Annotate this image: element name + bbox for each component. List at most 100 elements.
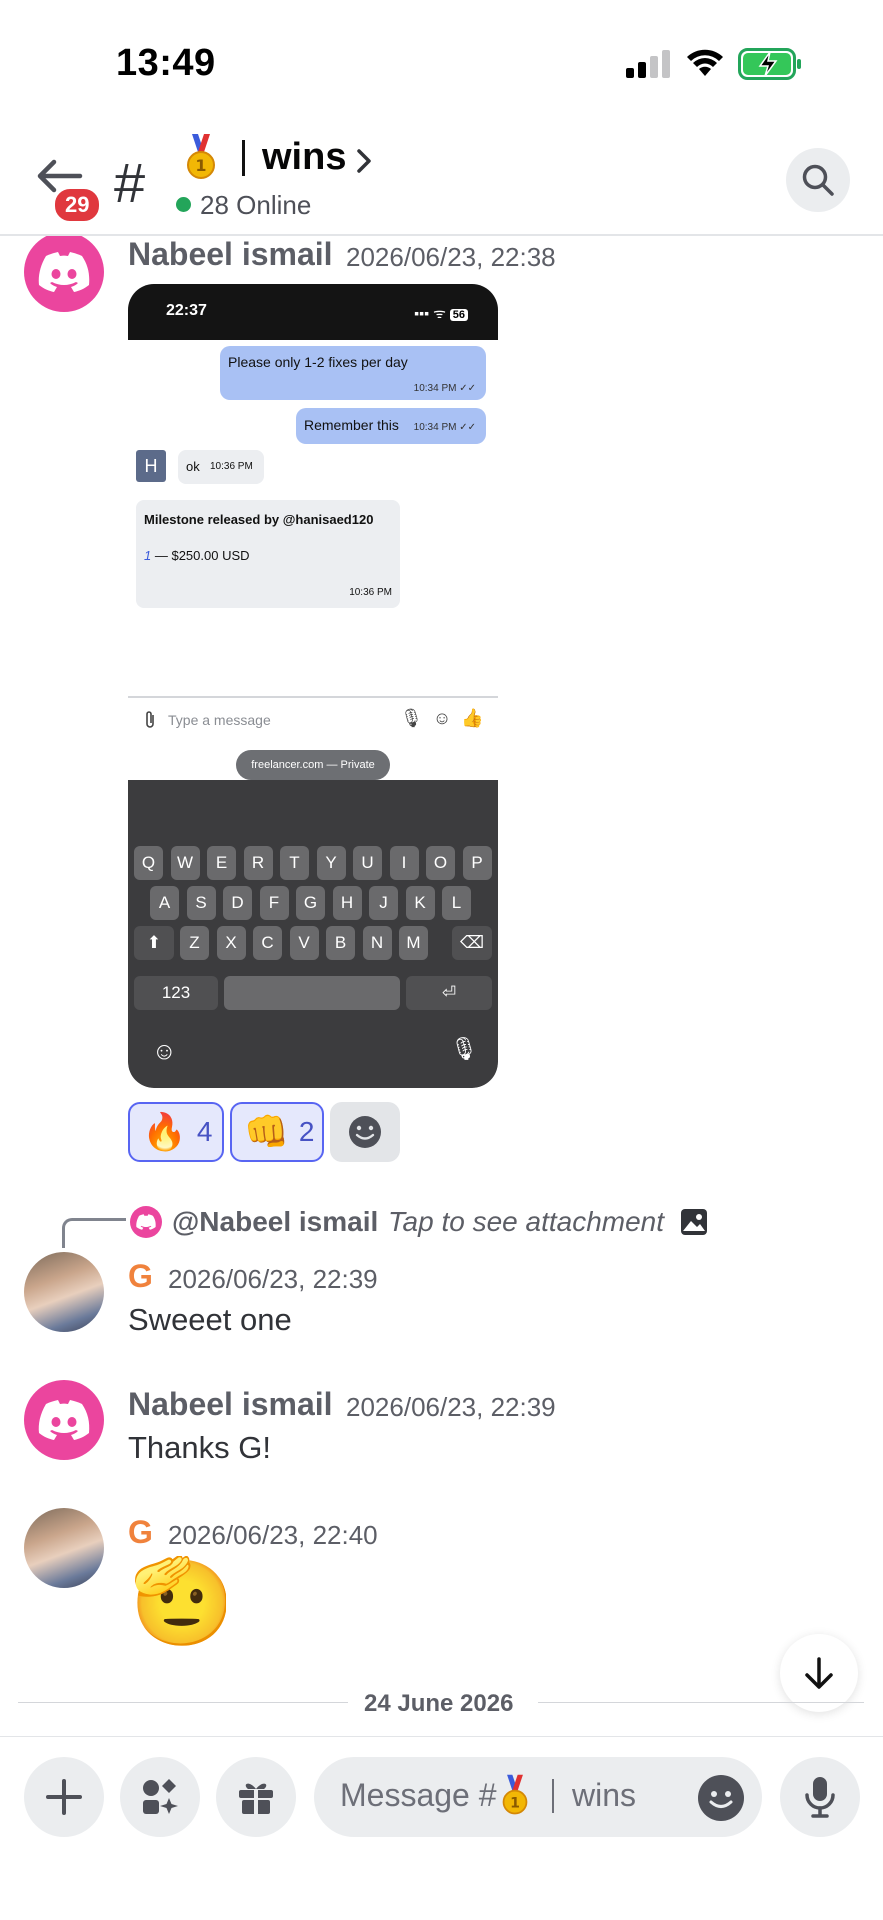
gift-button[interactable] xyxy=(216,1757,296,1837)
message-timestamp: 2026/06/23, 22:40 xyxy=(168,1520,378,1550)
chevron-right-icon[interactable] xyxy=(354,146,374,176)
message-timestamp: 2026/06/23, 22:39 xyxy=(168,1264,378,1294)
key-t: T xyxy=(280,846,309,880)
message-emoji: 🫡 xyxy=(130,1556,226,1646)
milestone-title: Milestone released by @hanisaed120 xyxy=(144,512,374,527)
key-m: M xyxy=(399,926,428,960)
online-count: 28 Online xyxy=(200,190,312,220)
svg-text:1: 1 xyxy=(510,1795,520,1811)
channel-header: 29 # 1 wins 28 Online xyxy=(0,120,883,236)
search-button[interactable] xyxy=(786,148,850,212)
attachment-composer-divider xyxy=(128,696,498,698)
key-space xyxy=(224,976,400,1010)
key-i: I xyxy=(389,846,419,880)
milestone-line: 1 — $250.00 USD xyxy=(144,548,250,563)
first-place-medal-icon: 1 xyxy=(502,1774,528,1815)
key-d: D xyxy=(223,886,252,920)
avatar[interactable] xyxy=(24,232,104,312)
avatar[interactable] xyxy=(24,1252,104,1332)
channel-name[interactable]: wins xyxy=(262,136,346,179)
discord-logo-icon xyxy=(38,252,90,292)
key-p: P xyxy=(462,846,492,880)
emoji-button[interactable] xyxy=(698,1775,744,1821)
message-input-placeholder: Message # xyxy=(340,1777,497,1813)
key-return: ⏎ xyxy=(406,976,492,1010)
search-icon xyxy=(802,164,834,196)
attachment-composer-placeholder: Type a message xyxy=(168,712,271,728)
attachment-battery: 56 xyxy=(449,309,468,321)
reaction-fist[interactable]: 👊 2 xyxy=(230,1102,324,1162)
key-u: U xyxy=(353,846,382,880)
key-123: 123 xyxy=(134,976,218,1010)
milestone-time: 10:36 PM xyxy=(349,587,392,598)
message-author[interactable]: G xyxy=(128,1258,153,1295)
image-icon xyxy=(681,1209,707,1235)
key-w: W xyxy=(170,846,200,880)
chat-bubble-text: Remember this xyxy=(304,417,399,433)
message-author[interactable]: G xyxy=(128,1514,153,1551)
key-z: Z xyxy=(180,926,209,960)
reaction-count: 2 xyxy=(298,1116,315,1147)
add-reaction-button[interactable] xyxy=(330,1102,400,1162)
milestone-amount: — $250.00 USD xyxy=(154,548,250,563)
milestone-card: Milestone released by @hanisaed120 1 — $… xyxy=(136,500,400,608)
status-bar: 13:49 xyxy=(0,0,883,120)
chat-bubble-meta: 10:36 PM xyxy=(210,461,253,472)
arrow-down-icon xyxy=(805,1657,833,1689)
avatar[interactable] xyxy=(24,1508,104,1588)
reply-preview[interactable]: Tap to see attachment xyxy=(388,1206,664,1238)
apps-button[interactable] xyxy=(120,1757,200,1837)
chat-bubble: Please only 1-2 fixes per day 10:34 PM ✓… xyxy=(220,346,486,400)
image-attachment[interactable]: 22:37 ▪▪▪ ᯤ 56 Please only 1-2 fixes per… xyxy=(128,284,498,1088)
apps-icon xyxy=(143,1779,178,1814)
key-shift: ⬆ xyxy=(134,926,174,960)
discord-logo-icon xyxy=(38,1400,90,1440)
key-n: N xyxy=(362,926,392,960)
placeholder-separator xyxy=(552,1779,554,1813)
message-input-channel: wins xyxy=(572,1777,637,1813)
key-s: S xyxy=(186,886,216,920)
contact-avatar: H xyxy=(136,450,166,482)
online-status-dot xyxy=(176,197,191,212)
battery-charging-icon xyxy=(738,48,801,80)
milestone-index: 1 xyxy=(144,548,152,563)
reply-avatar xyxy=(130,1206,162,1238)
key-e: E xyxy=(207,846,236,880)
key-k: K xyxy=(405,886,435,920)
svg-text:1: 1 xyxy=(195,156,206,175)
chat-bubble-meta: 10:34 PM ✓✓ xyxy=(413,383,476,394)
key-o: O xyxy=(426,846,455,880)
add-attachment-button[interactable] xyxy=(24,1757,104,1837)
microphone-icon xyxy=(805,1777,835,1818)
reply-author[interactable]: @Nabeel ismail xyxy=(172,1206,378,1238)
key-x: X xyxy=(216,926,246,960)
reaction-emoji: 🔥 xyxy=(142,1111,187,1152)
first-place-medal-icon: 1 xyxy=(187,134,215,179)
key-h: H xyxy=(332,886,362,920)
message-author[interactable]: Nabeel ismail xyxy=(128,1386,333,1423)
message-input[interactable]: Message # 1 wins xyxy=(314,1757,762,1837)
channel-hash-icon: # xyxy=(114,151,146,214)
unread-badge: 29 xyxy=(52,186,103,224)
attachment-keyboard: QWERTYUIOP ASDFGHJKL ZXCVBNM 123 ⏎ ⬆ ⌫ ☺ 🎙 xyxy=(128,780,498,1088)
saluting-face-emoji: 🫡 xyxy=(130,1556,226,1646)
message-text: Sweeet one xyxy=(128,1302,292,1337)
keyboard-emoji-icon: ☺ xyxy=(152,1038,177,1065)
discord-logo-icon xyxy=(136,1214,156,1230)
chat-bubble: ok 10:36 PM xyxy=(178,450,264,484)
reaction-emoji: 👊 xyxy=(244,1111,289,1152)
channel-name-separator xyxy=(242,140,245,176)
message-author[interactable]: Nabeel ismail xyxy=(128,236,333,273)
key-v: V xyxy=(289,926,319,960)
voice-message-button[interactable] xyxy=(780,1757,860,1837)
key-g: G xyxy=(296,886,325,920)
reaction-count: 4 xyxy=(196,1116,213,1147)
avatar[interactable] xyxy=(24,1380,104,1460)
attachment-status-icons: ▪▪▪ ᯤ 56 xyxy=(414,304,468,323)
paperclip-icon xyxy=(146,711,154,728)
composer-bar: Message # 1 wins xyxy=(0,1736,883,1920)
jump-to-bottom-button[interactable] xyxy=(780,1634,858,1712)
message-timestamp: 2026/06/23, 22:39 xyxy=(346,1392,556,1422)
reaction-fire[interactable]: 🔥 4 xyxy=(128,1102,224,1162)
status-time: 13:49 xyxy=(116,42,216,84)
